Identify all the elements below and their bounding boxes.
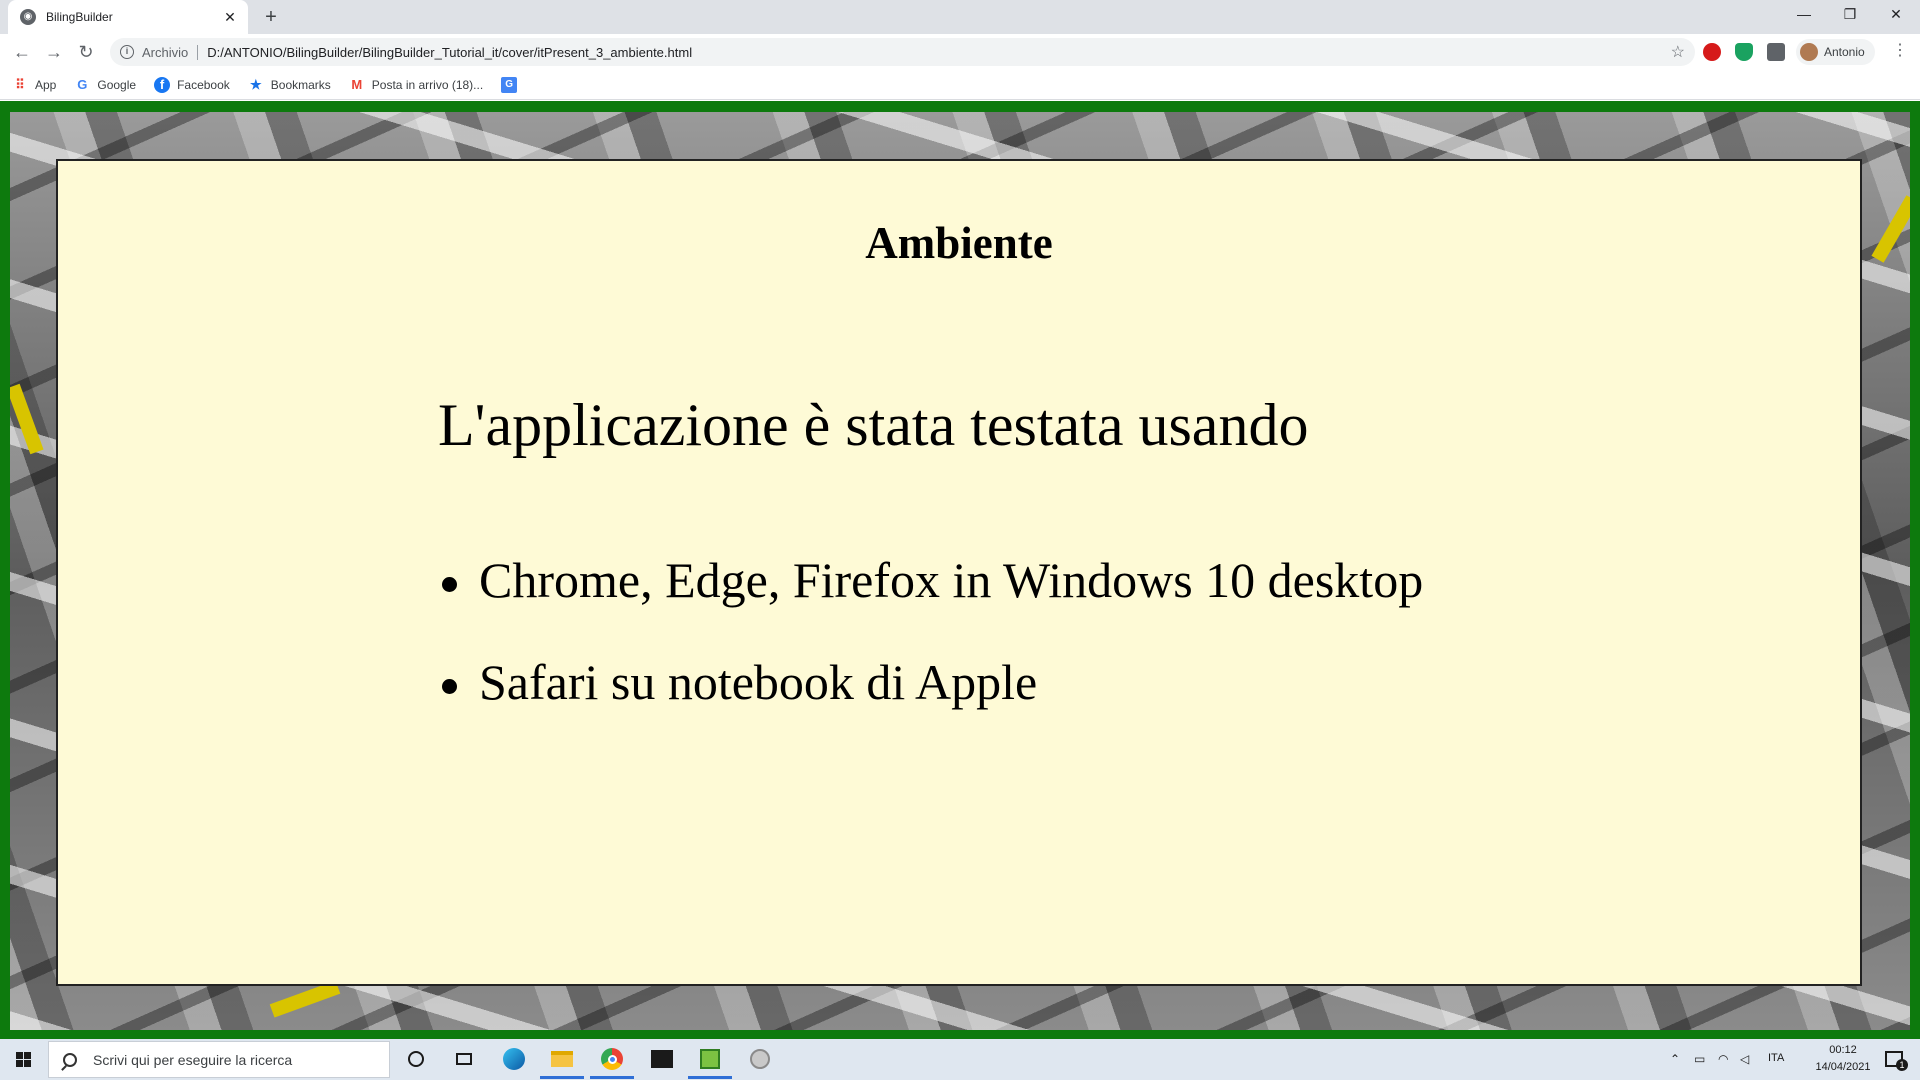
decorative-strip [1871,195,1910,263]
wifi-icon[interactable]: ◠ [1718,1052,1728,1066]
back-button[interactable]: ← [10,40,34,64]
forward-button[interactable]: → [42,40,66,64]
avatar [1800,43,1818,61]
bookmark-label: Google [97,77,137,92]
chevron-up-icon[interactable]: ⌃ [1670,1052,1680,1066]
profile-name: Antonio [1824,45,1865,59]
browser-menu-icon[interactable]: ⋮ [1892,42,1908,60]
start-button[interactable] [0,1039,46,1080]
restore-button[interactable]: ❐ [1828,0,1872,30]
clock-date[interactable]: 14/04/2021 [1804,1061,1882,1073]
bookmark-translate[interactable]: G [501,76,524,93]
url-text[interactable]: D:/ANTONIO/BilingBuilder/BilingBuilder_T… [207,45,1670,60]
browser-tab[interactable]: ◉ BilingBuilder ✕ [8,0,248,34]
facebook-icon: f [154,76,171,93]
opera-extension-icon[interactable] [1703,43,1721,61]
task-view-icon[interactable] [450,1045,478,1073]
paint-icon[interactable] [746,1045,774,1073]
list-item: Safari su notebook di Apple [438,653,1423,755]
notepad-icon[interactable] [688,1045,732,1079]
tab-title: BilingBuilder [46,10,113,24]
volume-icon[interactable]: ◁ [1740,1052,1749,1066]
edge-icon[interactable] [500,1045,528,1073]
bullet-icon [442,679,457,694]
info-icon[interactable]: i [120,45,134,59]
bookmark-app[interactable]: ⠿ App [12,77,56,93]
page-favicon-icon: ◉ [20,9,36,25]
slide-title: Ambiente [865,218,1053,268]
slide-bullet-list: Chrome, Edge, Firefox in Windows 10 desk… [438,551,1423,755]
windows-logo-icon [15,1052,31,1067]
browser-toolbar: ← → ↻ i Archivio D:/ANTONIO/BilingBuilde… [0,34,1920,70]
bookmark-label: Bookmarks [270,77,331,92]
slide-lead-text: L'applicazione è stata testata usando [438,392,1309,458]
bookmark-label: Facebook [177,77,230,92]
bookmark-bookmarks[interactable]: ★ Bookmarks [248,77,331,93]
list-item: Chrome, Edge, Firefox in Windows 10 desk… [438,551,1423,653]
bookmark-google[interactable]: G Google [74,77,136,93]
profile-button[interactable]: Antonio [1796,39,1875,65]
tab-strip: ◉ BilingBuilder ✕ + — ❐ ✕ [0,0,1920,34]
list-item-text: Chrome, Edge, Firefox in Windows 10 desk… [479,552,1424,608]
new-tab-button[interactable]: + [258,4,284,30]
file-origin-chip: Archivio [142,44,199,60]
file-explorer-icon[interactable] [540,1045,584,1079]
notification-center-icon[interactable]: 1 [1880,1045,1908,1073]
decorative-strip [269,980,341,1018]
minimize-button[interactable]: — [1782,0,1826,30]
reload-button[interactable]: ↻ [74,40,98,64]
bookmarks-bar: ⠿ App G Google f Facebook ★ Bookmarks M … [0,70,1920,100]
shield-extension-icon[interactable] [1735,43,1753,61]
list-item-text: Safari su notebook di Apple [479,654,1038,710]
bookmark-star-icon[interactable]: ☆ [1671,42,1685,62]
decorative-strip [10,383,44,455]
page-viewport: Ambiente L'applicazione è stata testata … [0,101,1920,1039]
windows-taskbar: Scrivi qui per eseguire la ricerca ⌃ ▭ ◠… [0,1039,1920,1080]
clock-time[interactable]: 00:12 [1816,1044,1870,1056]
notification-count-badge: 1 [1896,1059,1908,1071]
cortana-icon[interactable] [402,1045,430,1073]
photo-collage-background: Ambiente L'applicazione è stata testata … [10,112,1910,1030]
taskbar-search-box[interactable]: Scrivi qui per eseguire la ricerca [48,1041,390,1078]
bookmark-label: App [35,77,57,92]
tab-close-icon[interactable]: ✕ [222,9,238,26]
extensions-puzzle-icon[interactable] [1767,43,1785,61]
search-placeholder: Scrivi qui per eseguire la ricerca [93,1051,293,1068]
address-bar[interactable]: i Archivio D:/ANTONIO/BilingBuilder/Bili… [110,38,1695,66]
gmail-icon: M [351,76,363,92]
terminal-icon[interactable] [648,1045,676,1073]
device-icon[interactable]: ▭ [1694,1052,1705,1066]
star-icon: ★ [249,76,262,92]
google-icon: G [77,76,88,92]
bullet-icon [442,577,457,592]
language-indicator[interactable]: ITA [1768,1052,1784,1064]
bookmark-gmail[interactable]: M Posta in arrivo (18)... [349,77,483,93]
apps-grid-icon: ⠿ [15,76,25,92]
bookmark-label: Posta in arrivo (18)... [371,77,484,92]
close-window-button[interactable]: ✕ [1874,0,1918,30]
translate-icon: G [501,76,518,93]
slide-panel: Ambiente L'applicazione è stata testata … [56,159,1862,986]
bookmark-facebook[interactable]: f Facebook [154,76,230,93]
search-icon [63,1052,77,1067]
chrome-icon[interactable] [590,1045,634,1079]
